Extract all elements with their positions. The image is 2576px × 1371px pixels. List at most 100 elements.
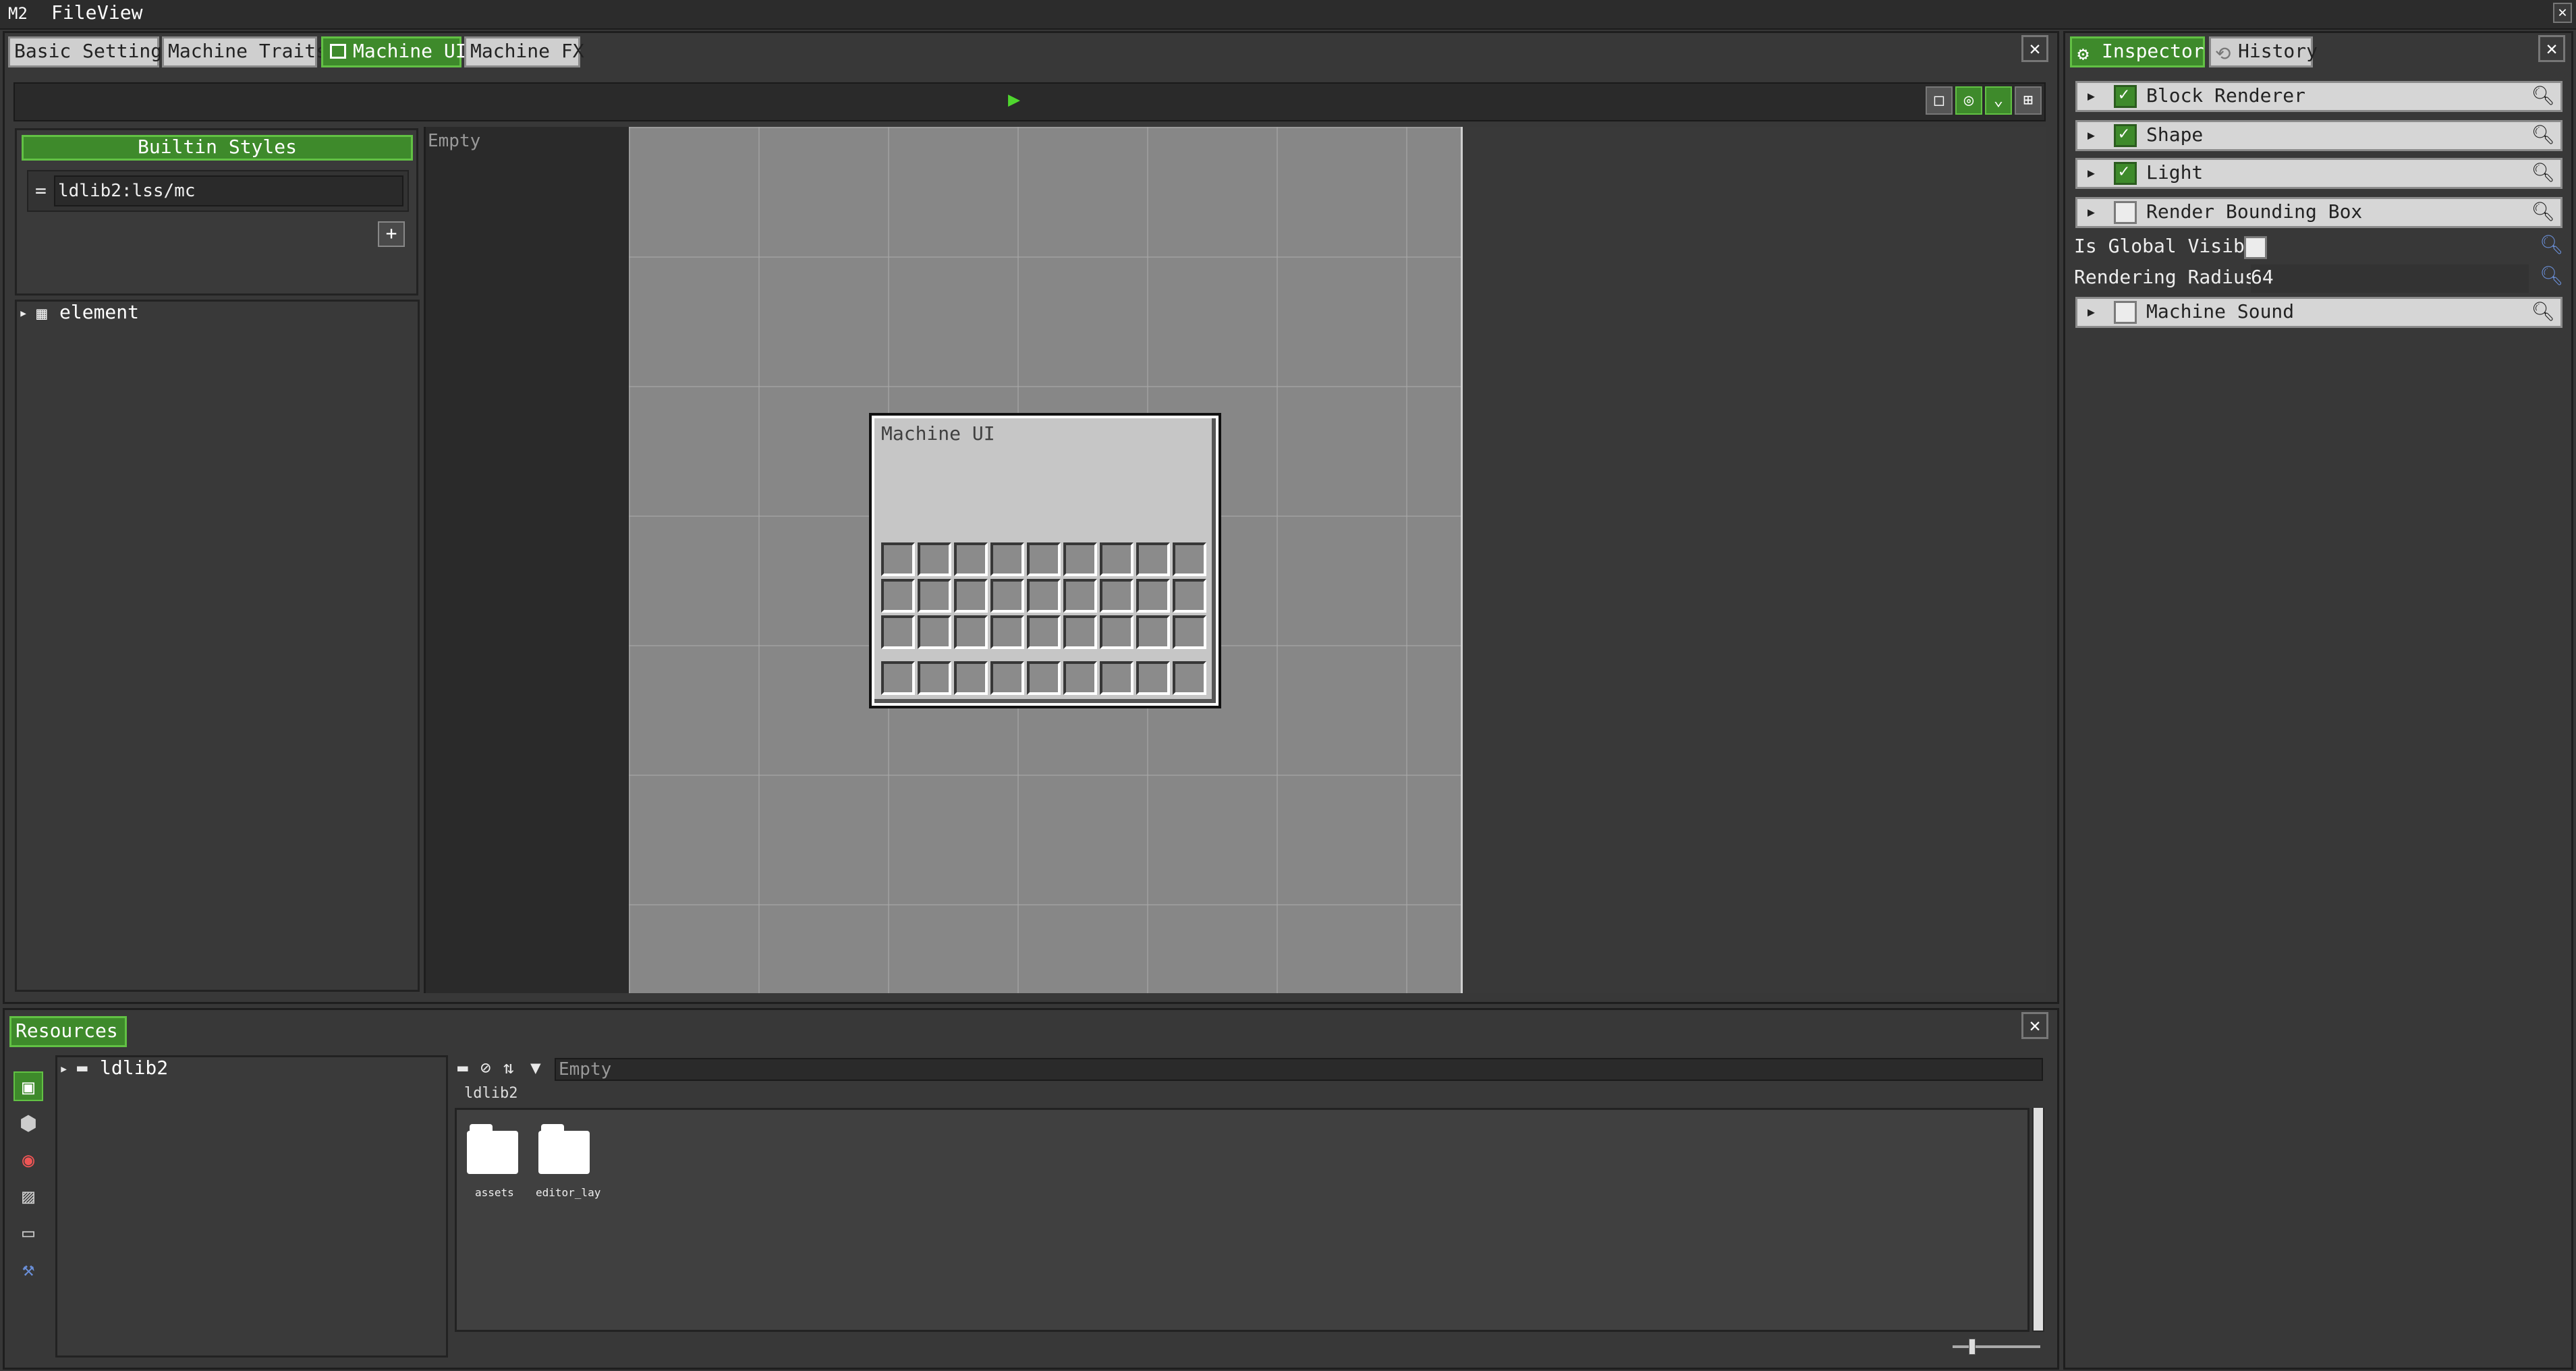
hotbar-slot[interactable]: [1027, 661, 1061, 695]
tab-basic-settings[interactable]: Basic Settings: [8, 36, 173, 67]
inspector-close-button[interactable]: ✕: [2538, 35, 2565, 62]
editor-close-button[interactable]: ✕: [2021, 35, 2048, 62]
hotbar-slot[interactable]: [881, 661, 915, 695]
tab-inspector[interactable]: ⚙ Inspector: [2070, 36, 2205, 67]
inventory-slot[interactable]: [1173, 579, 1206, 613]
inventory-slot[interactable]: [1063, 615, 1097, 649]
inventory-slot[interactable]: [990, 615, 1024, 649]
inventory-slot[interactable]: [1100, 615, 1133, 649]
style-path-input[interactable]: ldlib2:lss/mc: [54, 175, 403, 206]
hotbar-slot[interactable]: [1100, 661, 1133, 695]
inventory-slot[interactable]: [1173, 542, 1206, 576]
inventory-slot[interactable]: [1136, 579, 1170, 613]
tab-machine-ui[interactable]: Machine UI: [321, 36, 467, 67]
expand-arrow-icon[interactable]: ▸: [2085, 161, 2097, 184]
hotbar-slot[interactable]: [1173, 661, 1206, 695]
render-bounding-box-checkbox[interactable]: [2114, 201, 2137, 224]
dropdown-button[interactable]: ⌄: [1985, 86, 2012, 115]
sort-icon[interactable]: ⇅: [503, 1058, 514, 1078]
menu-view[interactable]: View: [97, 1, 142, 24]
inventory-slot[interactable]: [1100, 579, 1133, 613]
window-close-button[interactable]: ✕: [2553, 3, 2572, 23]
zoom-slider[interactable]: [1953, 1345, 2040, 1348]
image-icon[interactable]: ▨: [13, 1182, 43, 1212]
inventory-slot[interactable]: [954, 542, 988, 576]
filter-icon[interactable]: ▼: [530, 1058, 541, 1078]
expand-arrow-icon[interactable]: ▸: [2085, 200, 2097, 223]
inventory-slot[interactable]: [918, 615, 951, 649]
inventory-slot[interactable]: [1173, 615, 1206, 649]
tool-icon[interactable]: ⚒: [13, 1255, 43, 1285]
inventory-slot[interactable]: [1136, 542, 1170, 576]
inventory-slot[interactable]: [1100, 542, 1133, 576]
hotbar-slot[interactable]: [990, 661, 1024, 695]
global-visible-checkbox[interactable]: [2244, 236, 2267, 259]
inventory-slot[interactable]: [918, 579, 951, 613]
component-row-shape[interactable]: ▸ ✓ Shape 🔍︎: [2075, 120, 2563, 151]
component-row-light[interactable]: ▸ ✓ Light 🔍︎: [2075, 158, 2563, 189]
play-button[interactable]: ▶: [1008, 88, 1020, 111]
hotbar-slot[interactable]: [954, 661, 988, 695]
expand-arrow-icon[interactable]: ▸: [2085, 84, 2097, 107]
component-row-machine-sound[interactable]: ▸ Machine Sound 🔍︎: [2075, 297, 2563, 328]
cube-icon[interactable]: ⬢: [13, 1109, 43, 1139]
tab-history[interactable]: ⟲ History: [2209, 36, 2318, 67]
component-row-block-renderer[interactable]: ▸ ✓ Block Renderer 🔍︎: [2075, 81, 2563, 112]
center-button[interactable]: ◎: [1955, 86, 1982, 115]
fit-view-button[interactable]: □: [1926, 86, 1953, 115]
hotbar-slot[interactable]: [1136, 661, 1170, 695]
block-renderer-checkbox[interactable]: ✓: [2114, 84, 2137, 108]
builtin-styles-header[interactable]: Builtin Styles: [22, 135, 413, 161]
drag-handle-icon[interactable]: =: [35, 179, 47, 202]
tree-item-element[interactable]: element: [59, 301, 139, 323]
search-icon[interactable]: 🔍︎: [2540, 264, 2564, 287]
add-style-button[interactable]: +: [378, 221, 405, 247]
expand-button[interactable]: ⊞: [2015, 86, 2042, 115]
machine-sound-checkbox[interactable]: [2114, 301, 2137, 324]
inventory-slot[interactable]: [1027, 542, 1061, 576]
search-icon[interactable]: 🔍︎: [2531, 123, 2555, 146]
inventory-slot[interactable]: [954, 615, 988, 649]
search-icon[interactable]: 🔍︎: [2531, 84, 2555, 107]
color-wheel-icon[interactable]: ◉: [13, 1146, 43, 1175]
inventory-slot[interactable]: [990, 579, 1024, 613]
search-icon[interactable]: 🔍︎: [2540, 233, 2564, 256]
shape-checkbox[interactable]: ✓: [2114, 123, 2137, 147]
expand-arrow-icon[interactable]: ▸: [2085, 123, 2097, 146]
inventory-slot[interactable]: [954, 579, 988, 613]
light-checkbox[interactable]: ✓: [2114, 161, 2137, 185]
inventory-slot[interactable]: [881, 579, 915, 613]
resource-scrollbar[interactable]: [2032, 1108, 2044, 1332]
tab-machine-traits[interactable]: Machine Traits: [162, 36, 327, 67]
menu-file[interactable]: File: [51, 1, 96, 24]
component-row-render-bounding-box[interactable]: ▸ Render Bounding Box 🔍︎: [2075, 197, 2563, 228]
machine-ui-window[interactable]: Machine UI: [869, 413, 1221, 708]
hotbar-slot[interactable]: [1063, 661, 1097, 695]
folder-item-assets[interactable]: assets: [467, 1121, 518, 1205]
inventory-slot[interactable]: [990, 542, 1024, 576]
search-icon[interactable]: 🔍︎: [2531, 161, 2555, 184]
hotbar-slot[interactable]: [918, 661, 951, 695]
search-icon[interactable]: 🔍︎: [2531, 300, 2555, 323]
folder-icon[interactable]: ▬: [457, 1058, 468, 1078]
tree-item-ldlib2[interactable]: ldlib2: [100, 1057, 168, 1079]
scrollbar-thumb[interactable]: [2034, 1108, 2043, 1331]
inventory-slot[interactable]: [1063, 542, 1097, 576]
zoom-slider-thumb[interactable]: [1969, 1339, 1976, 1355]
inventory-slot[interactable]: [1027, 615, 1061, 649]
inventory-slot[interactable]: [918, 542, 951, 576]
window-icon[interactable]: ▭: [13, 1219, 43, 1248]
inventory-slot[interactable]: [1136, 615, 1170, 649]
inventory-slot[interactable]: [881, 542, 915, 576]
expand-arrow-icon[interactable]: ▸: [19, 305, 28, 322]
folder-item-editor-lay[interactable]: editor_lay: [536, 1121, 603, 1205]
inventory-slot[interactable]: [1063, 579, 1097, 613]
resource-filter-input[interactable]: Empty: [555, 1058, 2043, 1081]
tab-resources[interactable]: Resources: [9, 1016, 127, 1047]
hide-icon[interactable]: ⊘: [480, 1058, 491, 1078]
tab-machine-fx[interactable]: Machine FX: [464, 36, 584, 67]
rendering-radius-input[interactable]: 64: [2251, 264, 2529, 293]
expand-arrow-icon[interactable]: ▸: [59, 1061, 68, 1078]
expand-arrow-icon[interactable]: ▸: [2085, 300, 2097, 323]
folder-view-icon[interactable]: ▣: [13, 1071, 43, 1101]
